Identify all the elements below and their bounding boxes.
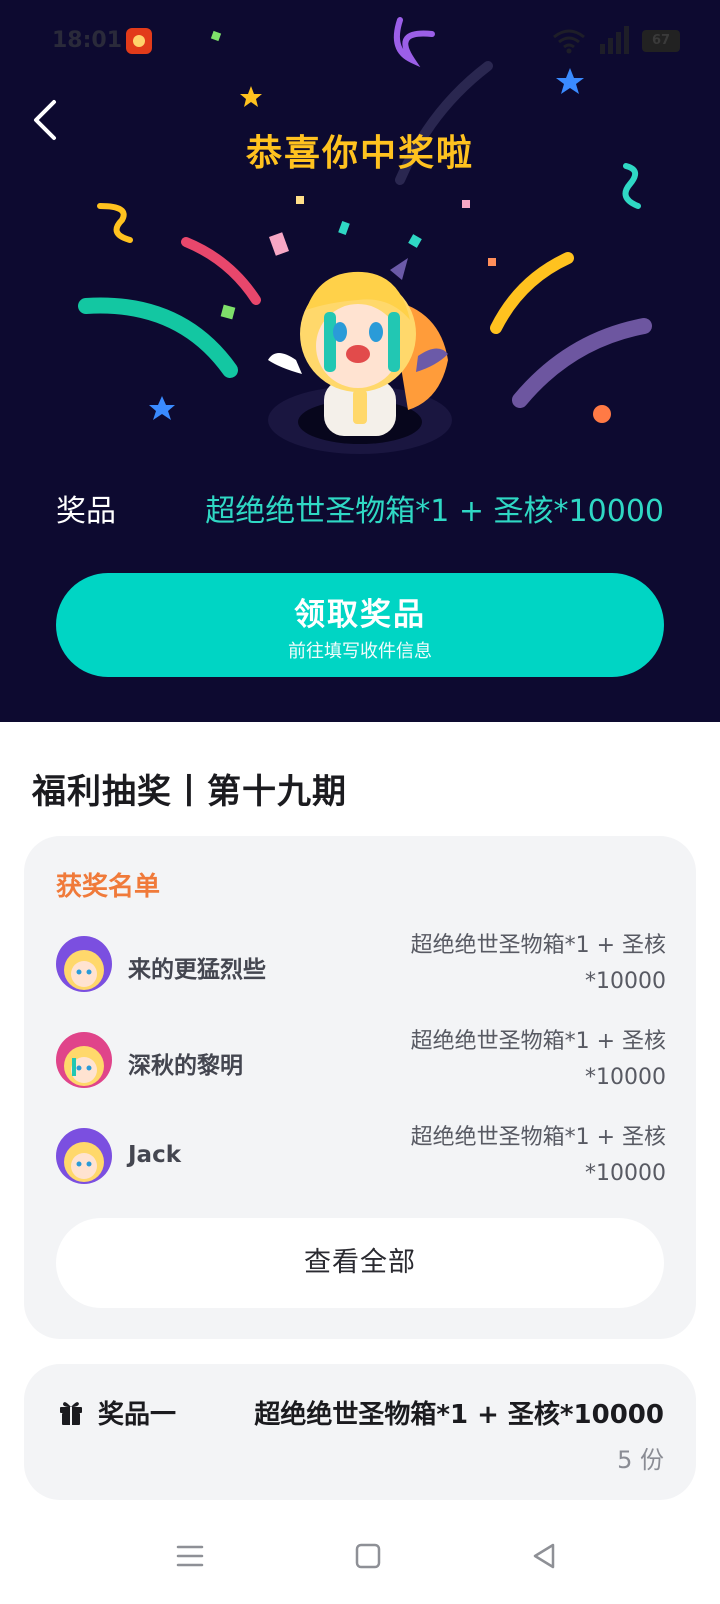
prize-tier-value: 超绝绝世圣物箱*1 + 圣核*10000 [254, 1400, 664, 1430]
menu-icon[interactable] [176, 1542, 204, 1570]
avatar [56, 1032, 112, 1088]
winner-prize: 超绝绝世圣物箱*1 + 圣核 *10000 [366, 1024, 666, 1096]
winner-row: 深秋的黎明 超绝绝世圣物箱*1 + 圣核 *10000 [56, 1024, 666, 1096]
prize-tier-count: 5 份 [617, 1446, 664, 1474]
congrats-title: 恭喜你中奖啦 [245, 133, 474, 174]
winners-heading: 获奖名单 [56, 872, 161, 902]
back-triangle-icon[interactable] [530, 1542, 558, 1570]
avatar [56, 1128, 112, 1184]
gift-icon [60, 1402, 82, 1425]
lottery-section-title: 福利抽奖丨第十九期 [32, 772, 347, 812]
prize-value: 超绝绝世圣物箱*1 + 圣核*10000 [205, 494, 664, 529]
winner-prize-line1: 超绝绝世圣物箱*1 + 圣核 [410, 1125, 666, 1150]
winner-name: 来的更猛烈些 [128, 957, 266, 983]
winner-prize-line2: *10000 [585, 1161, 666, 1186]
system-nav-bar [0, 1526, 720, 1596]
winners-card: 获奖名单 来的更猛烈些 超绝绝世圣物箱*1 + 圣核 *10000 深秋的黎明 … [24, 836, 696, 1339]
winner-row: Jack 超绝绝世圣物箱*1 + 圣核 *10000 [56, 1120, 666, 1192]
winner-prize-line1: 超绝绝世圣物箱*1 + 圣核 [410, 933, 666, 958]
prize-tier-label: 奖品一 [98, 1400, 177, 1430]
winner-name: 深秋的黎明 [128, 1053, 243, 1079]
home-square-icon[interactable] [354, 1542, 382, 1570]
prize-detail-card: 奖品一 超绝绝世圣物箱*1 + 圣核*10000 5 份 [24, 1364, 696, 1500]
claim-button-subtitle: 前往填写收件信息 [288, 641, 432, 662]
winner-prize-line1: 超绝绝世圣物箱*1 + 圣核 [410, 1029, 666, 1054]
winner-prize: 超绝绝世圣物箱*1 + 圣核 *10000 [366, 928, 666, 1000]
avatar [56, 936, 112, 992]
winner-prize-line2: *10000 [585, 1065, 666, 1090]
claim-button-title: 领取奖品 [294, 597, 426, 633]
winner-row: 来的更猛烈些 超绝绝世圣物箱*1 + 圣核 *10000 [56, 928, 666, 1000]
winner-name: Jack [128, 1142, 182, 1168]
winner-prize: 超绝绝世圣物箱*1 + 圣核 *10000 [366, 1120, 666, 1192]
view-all-button[interactable]: 查看全部 [56, 1218, 664, 1308]
claim-prize-button[interactable]: 领取奖品 前往填写收件信息 [56, 573, 664, 677]
prize-label: 奖品 [56, 494, 116, 529]
winner-prize-line2: *10000 [585, 969, 666, 994]
mascot-illustration [268, 258, 452, 454]
prize-hero: 18:01 67 恭喜你中奖啦 奖品 超绝绝世圣物箱*1 + 圣核*10000 … [0, 0, 720, 722]
